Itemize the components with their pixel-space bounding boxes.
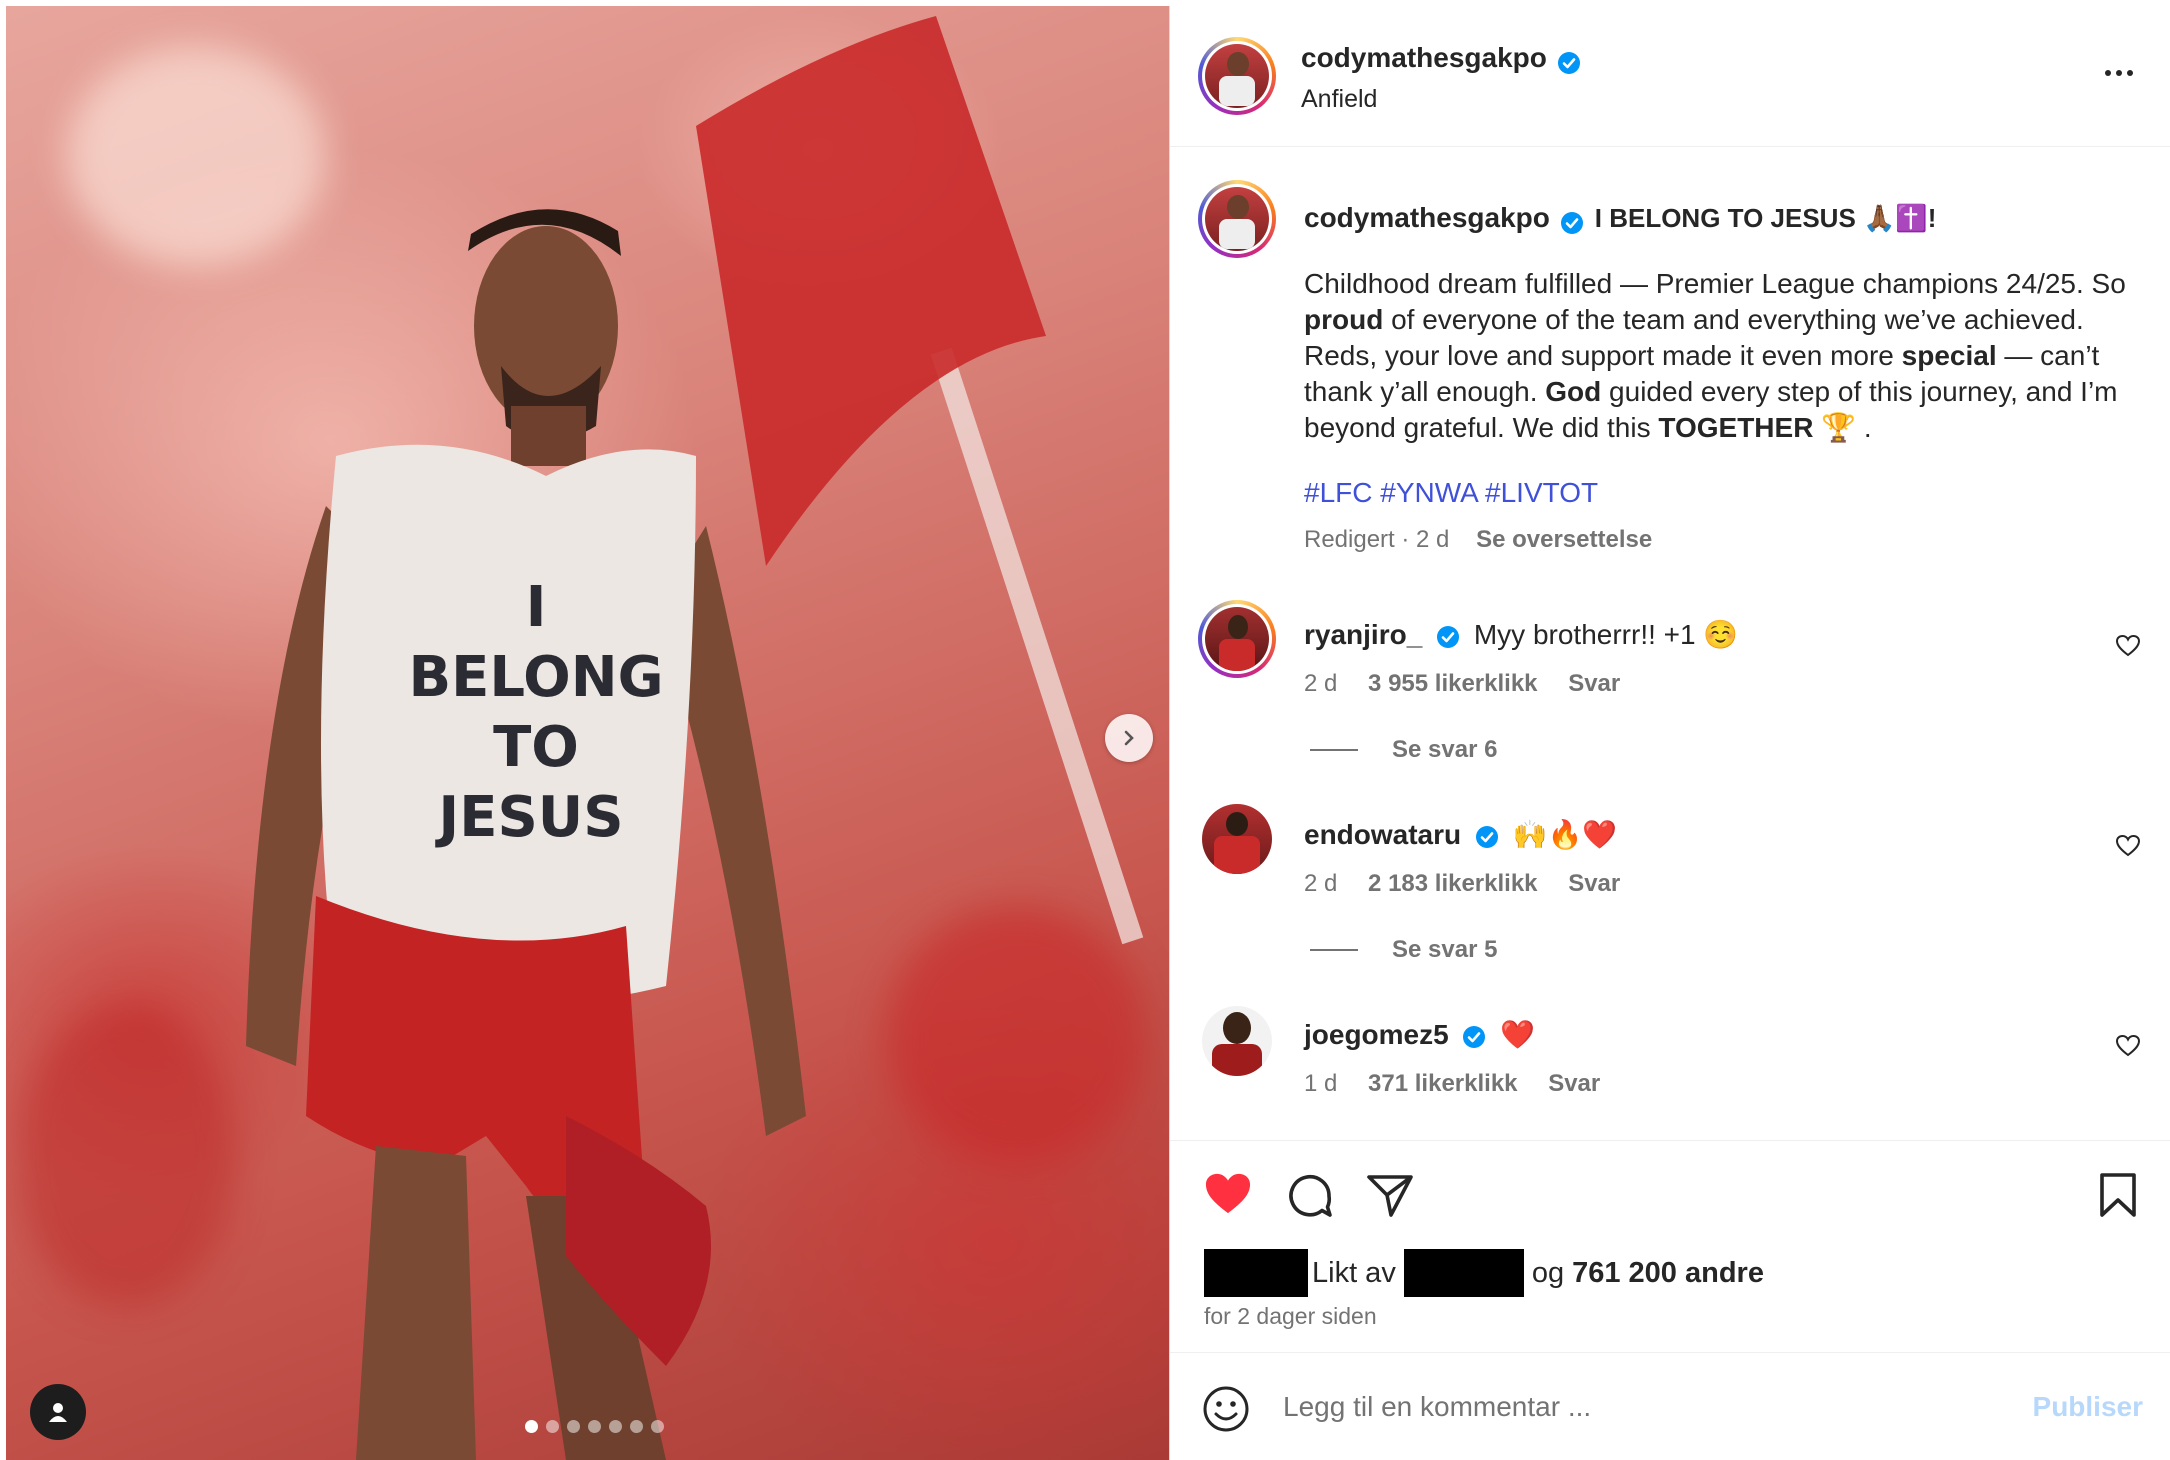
comment-likes[interactable]: 2 183 likerklikk <box>1368 870 1537 897</box>
publish-button[interactable]: Publiser <box>2033 1391 2143 1423</box>
caption-bold-text: special <box>1901 340 1997 371</box>
carousel-dot <box>525 1420 538 1433</box>
next-image-button[interactable] <box>1105 714 1153 762</box>
author-username[interactable]: codymathesgakpo <box>1301 42 1547 73</box>
comment-likes[interactable]: 3 955 likerklikk <box>1368 670 1537 697</box>
view-replies-button[interactable]: Se svar 5 <box>1310 936 1497 964</box>
see-translation-link[interactable]: Se oversettelse <box>1476 526 1652 553</box>
dot-icon <box>2105 70 2111 76</box>
view-replies-label: Se svar 6 <box>1392 736 1498 763</box>
verified-badge-icon <box>1558 51 1581 74</box>
replies-divider <box>1310 949 1358 951</box>
caption-bold-text: God <box>1545 376 1602 407</box>
redacted-user <box>1204 1249 1308 1297</box>
verified-badge-icon <box>1561 211 1584 234</box>
comment-text: 🙌🔥❤️ <box>1512 819 1618 850</box>
comment-username[interactable]: joegomez5 <box>1304 1019 1449 1050</box>
save-bookmark-icon[interactable] <box>2098 1172 2138 1218</box>
like-heart-filled-icon[interactable] <box>1202 1171 1254 1217</box>
carousel-dot <box>630 1420 643 1433</box>
carousel-indicator <box>525 1420 664 1433</box>
emoji-icon[interactable] <box>1202 1385 1250 1433</box>
carousel-dot <box>609 1420 622 1433</box>
tagged-users-button[interactable] <box>30 1384 86 1440</box>
comment-username[interactable]: ryanjiro_ <box>1304 619 1422 650</box>
comment-avatar[interactable] <box>1202 804 1272 874</box>
caption-body: Childhood dream fulfilled — Premier Leag… <box>1304 266 2149 446</box>
shirt-text-line-2: BELONG <box>408 645 663 710</box>
verified-badge-icon <box>1475 825 1498 848</box>
verified-badge-icon <box>1463 1025 1486 1048</box>
dot-icon <box>2116 70 2122 76</box>
heart-outline-icon[interactable] <box>2115 1034 2141 1058</box>
caption-headline: I BELONG TO JESUS 🙏🏾✝️! <box>1594 203 1937 233</box>
carousel-dot <box>588 1420 601 1433</box>
reply-button[interactable]: Svar <box>1568 870 1620 897</box>
comment-avatar[interactable] <box>1198 600 1276 678</box>
shirt-text-line-4: JESUS <box>434 785 623 850</box>
shirt-text-line-3: TO <box>493 715 579 780</box>
comment-age: 2 d <box>1304 670 1338 697</box>
comment-age: 1 d <box>1304 1070 1338 1097</box>
comment-input[interactable]: Legg til en kommentar ... <box>1283 1391 1591 1423</box>
post-media[interactable]: I BELONG TO JESUS <box>6 6 1169 1460</box>
comment-age: 2 d <box>1304 870 1338 897</box>
chevron-right-icon <box>1124 730 1134 746</box>
caption-bold-text: proud <box>1304 304 1384 335</box>
post-actions: Likt av og 761 200 andre for 2 dager sid… <box>1170 1140 2170 1361</box>
caption-bold-text: TOGETHER <box>1658 412 1814 443</box>
heart-outline-icon[interactable] <box>2115 634 2141 658</box>
edited-label: Redigert · 2 d <box>1304 526 1450 553</box>
author-avatar[interactable] <box>1198 37 1276 115</box>
post-location[interactable]: Anfield <box>1301 85 1377 114</box>
likes-others[interactable]: 761 200 andre <box>1572 1257 1764 1290</box>
liked-by-label: Likt av <box>1312 1256 1396 1289</box>
caption-username[interactable]: codymathesgakpo <box>1304 202 1550 233</box>
share-icon[interactable] <box>1366 1173 1414 1219</box>
comment-avatar[interactable] <box>1202 1006 1272 1076</box>
heart-outline-icon[interactable] <box>2115 834 2141 858</box>
shirt-text-line-1: I <box>526 575 547 640</box>
comment-username[interactable]: endowataru <box>1304 819 1461 850</box>
redacted-user <box>1403 1249 1524 1297</box>
comment-icon[interactable] <box>1286 1172 1334 1220</box>
comment-likes[interactable]: 371 likerklikk <box>1368 1070 1517 1097</box>
user-icon <box>49 1403 67 1422</box>
reply-button[interactable]: Svar <box>1568 670 1620 697</box>
verified-badge-icon <box>1437 625 1460 648</box>
comment-composer: Legg til en kommentar ... Publiser <box>1170 1352 2170 1460</box>
carousel-dot <box>567 1420 580 1433</box>
more-options-button[interactable] <box>2105 70 2133 76</box>
carousel-dot <box>651 1420 664 1433</box>
post-photo: I BELONG TO JESUS <box>246 16 1144 1460</box>
replies-divider <box>1310 749 1358 751</box>
caption-meta: Redigert · 2 d Se oversettelse <box>1304 526 1652 554</box>
comment-text: Myy brotherrr!! +1 ☺️ <box>1473 619 1739 650</box>
and-label: og <box>1531 1256 1565 1289</box>
carousel-dot <box>546 1420 559 1433</box>
caption-avatar[interactable] <box>1198 180 1276 258</box>
caption-text: 🏆 . <box>1813 412 1872 443</box>
view-replies-label: Se svar 5 <box>1392 936 1498 963</box>
reply-button[interactable]: Svar <box>1548 1070 1600 1097</box>
caption-hashtags[interactable]: #LFC #YNWA #LIVTOT <box>1304 477 1598 509</box>
likes-summary: Likt av og 761 200 andre <box>1204 1249 1764 1297</box>
comment-text: ❤️ <box>1500 1019 1536 1050</box>
dot-icon <box>2127 70 2133 76</box>
caption-text: Childhood dream fulfilled — Premier Leag… <box>1304 268 2126 299</box>
post-time: for 2 dager siden <box>1204 1303 1377 1329</box>
post-sidebar: codymathesgakpo Anfield codymathesgakpo <box>1169 6 2170 1460</box>
view-replies-button[interactable]: Se svar 6 <box>1310 736 1497 764</box>
post-header: codymathesgakpo Anfield <box>1170 6 2170 147</box>
